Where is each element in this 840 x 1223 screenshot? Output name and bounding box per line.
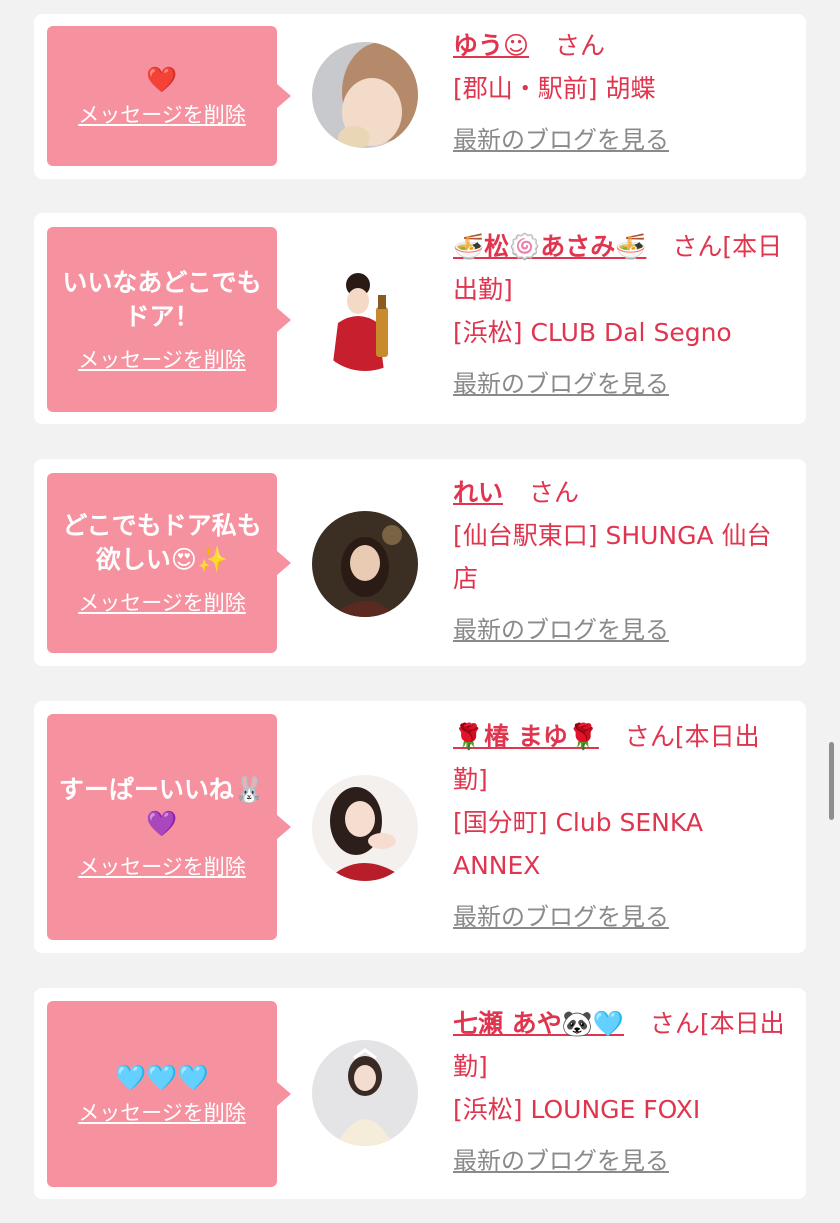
avatar[interactable] (312, 1040, 418, 1146)
store-info: [浜松] CLUB Dal Segno (453, 318, 732, 347)
sender-name-link[interactable]: れい (453, 478, 503, 507)
message-card: ❤️ メッセージを削除 ゆう☺︎ さん [郡山・駅前] 胡蝶 最新のブログを見る (34, 14, 806, 179)
sender-name-link[interactable]: 🌹椿 まゆ🌹 (453, 722, 599, 751)
message-card: どこでもドア私も 欲しい😍✨ メッセージを削除 れい さん [仙台駅東口] SH… (34, 459, 806, 666)
store-info: [郡山・駅前] 胡蝶 (453, 74, 656, 103)
delete-message-link[interactable]: メッセージを削除 (78, 851, 246, 881)
message-bubble: いいなあどこでも ドア！ メッセージを削除 (47, 227, 291, 412)
sender-name-link[interactable]: 七瀬 あや🐼🩵 (453, 1009, 624, 1038)
message-list: ❤️ メッセージを削除 ゆう☺︎ さん [郡山・駅前] 胡蝶 最新のブログを見る (0, 0, 840, 1223)
message-text: ❤️ (146, 65, 178, 94)
honorific: さん (555, 31, 606, 60)
message-card: すーぱーいいね🐰 💜 メッセージを削除 🌹椿 まゆ🌹 さん[本日出勤] [国分町… (34, 701, 806, 953)
delete-message-link[interactable]: メッセージを削除 (78, 587, 246, 617)
latest-blog-link[interactable]: 最新のブログを見る (453, 609, 669, 652)
sender-info: 七瀬 あや🐼🩵 さん[本日出勤] [浜松] LOUNGE FOXI 最新のブログ… (453, 1002, 792, 1183)
avatar[interactable] (312, 42, 418, 148)
message-text: いいなあどこでも ドア！ (62, 267, 262, 331)
sender-name-link[interactable]: ゆう☺︎ (453, 31, 529, 60)
message-bubble: ❤️ メッセージを削除 (47, 26, 291, 166)
message-bubble: どこでもドア私も 欲しい😍✨ メッセージを削除 (47, 473, 291, 653)
latest-blog-link[interactable]: 最新のブログを見る (453, 363, 669, 406)
avatar[interactable] (312, 265, 418, 371)
sender-name-link[interactable]: 🍜松🍥あさみ🍜 (453, 232, 646, 261)
store-info: [国分町] Club SENKA ANNEX (453, 808, 703, 880)
store-info: [仙台駅東口] SHUNGA 仙台店 (453, 521, 772, 593)
store-info: [浜松] LOUNGE FOXI (453, 1095, 701, 1124)
sender-info: ゆう☺︎ さん [郡山・駅前] 胡蝶 最新のブログを見る (453, 24, 792, 162)
sender-info: 🌹椿 まゆ🌹 さん[本日出勤] [国分町] Club SENKA ANNEX 最… (453, 715, 792, 939)
message-bubble: すーぱーいいね🐰 💜 メッセージを削除 (47, 714, 291, 940)
avatar[interactable] (312, 511, 418, 617)
latest-blog-link[interactable]: 最新のブログを見る (453, 896, 669, 939)
delete-message-link[interactable]: メッセージを削除 (78, 344, 246, 374)
delete-message-link[interactable]: メッセージを削除 (78, 99, 246, 129)
message-card: いいなあどこでも ドア！ メッセージを削除 🍜松🍥あさみ🍜 さん[本日出勤] [… (34, 213, 806, 424)
message-bubble: 🩵🩵🩵 メッセージを削除 (47, 1001, 291, 1187)
message-card: 🩵🩵🩵 メッセージを削除 七瀬 あや🐼🩵 さん[本日出勤] [浜松] LOUNG… (34, 988, 806, 1199)
message-text: どこでもドア私も 欲しい😍✨ (62, 511, 262, 574)
delete-message-link[interactable]: メッセージを削除 (78, 1097, 246, 1127)
scrollbar[interactable] (829, 742, 834, 820)
message-text: 🩵🩵🩵 (115, 1063, 209, 1092)
sender-info: れい さん [仙台駅東口] SHUNGA 仙台店 最新のブログを見る (453, 471, 792, 652)
avatar[interactable] (312, 775, 418, 881)
latest-blog-link[interactable]: 最新のブログを見る (453, 1140, 669, 1183)
sender-info: 🍜松🍥あさみ🍜 さん[本日出勤] [浜松] CLUB Dal Segno 最新の… (453, 225, 792, 406)
message-text: すーぱーいいね🐰 💜 (58, 775, 266, 838)
honorific: さん (528, 478, 579, 507)
latest-blog-link[interactable]: 最新のブログを見る (453, 119, 669, 162)
